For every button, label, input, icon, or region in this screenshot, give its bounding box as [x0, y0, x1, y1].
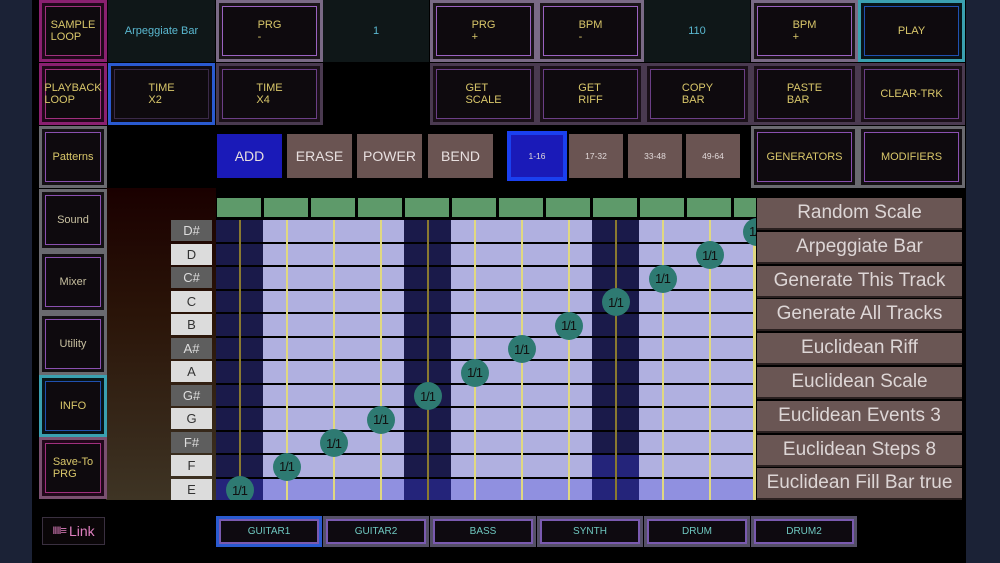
generator-item[interactable]: Euclidean Events 3 — [757, 400, 962, 433]
step-header[interactable] — [264, 198, 308, 217]
track-tab[interactable]: DRUM2 — [751, 516, 857, 547]
paste-bar-button[interactable]: PASTE BAR — [751, 63, 858, 125]
generator-item[interactable]: Euclidean Scale — [757, 367, 962, 399]
generators-button[interactable]: GENERATORS — [751, 126, 858, 188]
time-x2-button[interactable]: TIME X2 — [108, 63, 215, 125]
note[interactable]: 1/1 — [272, 452, 301, 481]
prg-minus-button[interactable]: PRG - — [216, 0, 323, 62]
piano-key[interactable]: C# — [171, 267, 212, 288]
track-tab[interactable]: SYNTH — [537, 516, 643, 547]
step-header[interactable] — [499, 198, 543, 217]
clear-track-button[interactable]: CLEAR-TRK — [858, 63, 965, 125]
note[interactable]: 1/1 — [507, 335, 536, 364]
step-header[interactable] — [640, 198, 684, 217]
note-grid[interactable]: 1/11/11/11/11/11/11/11/11/11/11/11/1 — [216, 196, 756, 500]
step-header[interactable] — [546, 198, 590, 217]
play-button[interactable]: PLAY — [858, 0, 965, 62]
piano-key[interactable]: A — [171, 361, 212, 382]
bpm-plus-button[interactable]: BPM + — [751, 0, 858, 62]
page-1-16-button[interactable]: 1-16 — [507, 131, 567, 181]
sidebar-patterns[interactable]: Patterns — [39, 126, 107, 188]
mode-label: Arpeggiate Bar — [108, 0, 215, 62]
piano-key[interactable]: B — [171, 314, 212, 335]
piano-key[interactable]: F# — [171, 431, 212, 453]
page-49-64-button[interactable]: 49-64 — [686, 134, 740, 178]
sidebar-mixer[interactable]: Mixer — [39, 251, 107, 313]
copy-bar-button[interactable]: COPY BAR — [644, 63, 751, 125]
page-17-32-button[interactable]: 17-32 — [569, 134, 623, 178]
app: SAMPLE LOOP Arpeggiate Bar PRG - 1 PRG +… — [32, 0, 966, 563]
power-tool-button[interactable]: POWER — [357, 134, 422, 178]
sidebar-save-to-prg[interactable]: Save-To PRG — [39, 437, 107, 499]
time-x4-button[interactable]: TIME X4 — [216, 63, 323, 125]
get-riff-button[interactable]: GET RIFF — [537, 63, 644, 125]
bpm-value: 110 — [644, 0, 750, 62]
generator-item[interactable]: Generate All Tracks — [757, 299, 962, 332]
generator-item[interactable]: Arpeggiate Bar — [757, 231, 962, 264]
beat-line — [426, 220, 429, 500]
page-33-48-button[interactable]: 33-48 — [628, 134, 682, 178]
beat-line — [614, 220, 617, 500]
piano-key[interactable]: F — [171, 455, 212, 476]
generator-item[interactable]: Euclidean Riff — [757, 333, 962, 366]
bpm-minus-button[interactable]: BPM - — [537, 0, 644, 62]
step-header[interactable] — [593, 198, 637, 217]
beat-line — [332, 220, 335, 500]
sidebar-utility[interactable]: Utility — [39, 313, 107, 375]
piano-key[interactable]: D — [171, 243, 212, 265]
note[interactable]: 1/1 — [413, 382, 442, 411]
step-header[interactable] — [687, 198, 731, 217]
piano-key[interactable]: G — [171, 408, 212, 429]
track-tab[interactable]: BASS — [430, 516, 536, 547]
prg-plus-button[interactable]: PRG + — [430, 0, 537, 62]
sidebar-info[interactable]: INFO — [39, 375, 107, 437]
note[interactable]: 1/1 — [225, 476, 254, 500]
piano-key[interactable]: C — [171, 290, 212, 312]
step-header[interactable] — [358, 198, 402, 217]
link-label: Link — [68, 523, 95, 539]
bar-end-line — [753, 220, 756, 500]
piano-key[interactable]: D# — [171, 220, 212, 241]
ableton-link-button[interactable]: IIII≡ Link — [42, 517, 105, 545]
note[interactable]: 1/1 — [319, 429, 348, 458]
beat-line — [661, 220, 664, 500]
beat-line — [379, 220, 382, 500]
step-header[interactable] — [452, 198, 496, 217]
step-header[interactable] — [311, 198, 355, 217]
note[interactable]: 1/1 — [648, 264, 677, 293]
step-header[interactable] — [217, 198, 261, 217]
piano-key[interactable]: A# — [171, 337, 212, 359]
note[interactable]: 1/1 — [460, 358, 489, 387]
piano-key[interactable]: G# — [171, 384, 212, 406]
step-header[interactable] — [405, 198, 449, 217]
note[interactable]: 1/1 — [554, 311, 583, 340]
sample-loop-button[interactable]: SAMPLE LOOP — [39, 0, 107, 62]
piano-key[interactable]: E — [171, 478, 212, 500]
generator-item[interactable]: Euclidean Steps 8 — [757, 434, 962, 467]
link-icon: IIII≡ — [52, 525, 67, 537]
erase-tool-button[interactable]: ERASE — [287, 134, 352, 178]
step-header[interactable] — [734, 198, 756, 217]
modifiers-button[interactable]: MODIFIERS — [858, 126, 965, 188]
bend-tool-button[interactable]: BEND — [428, 134, 493, 178]
playback-loop-button[interactable]: PLAYBACK LOOP — [39, 63, 107, 125]
note[interactable]: 1/1 — [695, 241, 724, 270]
add-tool-button[interactable]: ADD — [217, 134, 282, 178]
generator-item[interactable]: Generate This Track — [757, 265, 962, 298]
track-tab[interactable]: GUITAR1 — [216, 516, 322, 547]
prg-value: 1 — [323, 0, 429, 62]
note[interactable]: 1/1 — [366, 405, 395, 434]
generator-item[interactable]: Euclidean Fill Bar true — [757, 468, 962, 501]
generator-item[interactable]: Random Scale — [757, 198, 962, 230]
note[interactable]: 1/1 — [601, 288, 630, 317]
get-scale-button[interactable]: GET SCALE — [430, 63, 537, 125]
beat-line — [238, 220, 241, 500]
sidebar-sound[interactable]: Sound — [39, 189, 107, 251]
beat-line — [567, 220, 570, 500]
track-tab[interactable]: DRUM — [644, 516, 750, 547]
track-tab[interactable]: GUITAR2 — [323, 516, 429, 547]
